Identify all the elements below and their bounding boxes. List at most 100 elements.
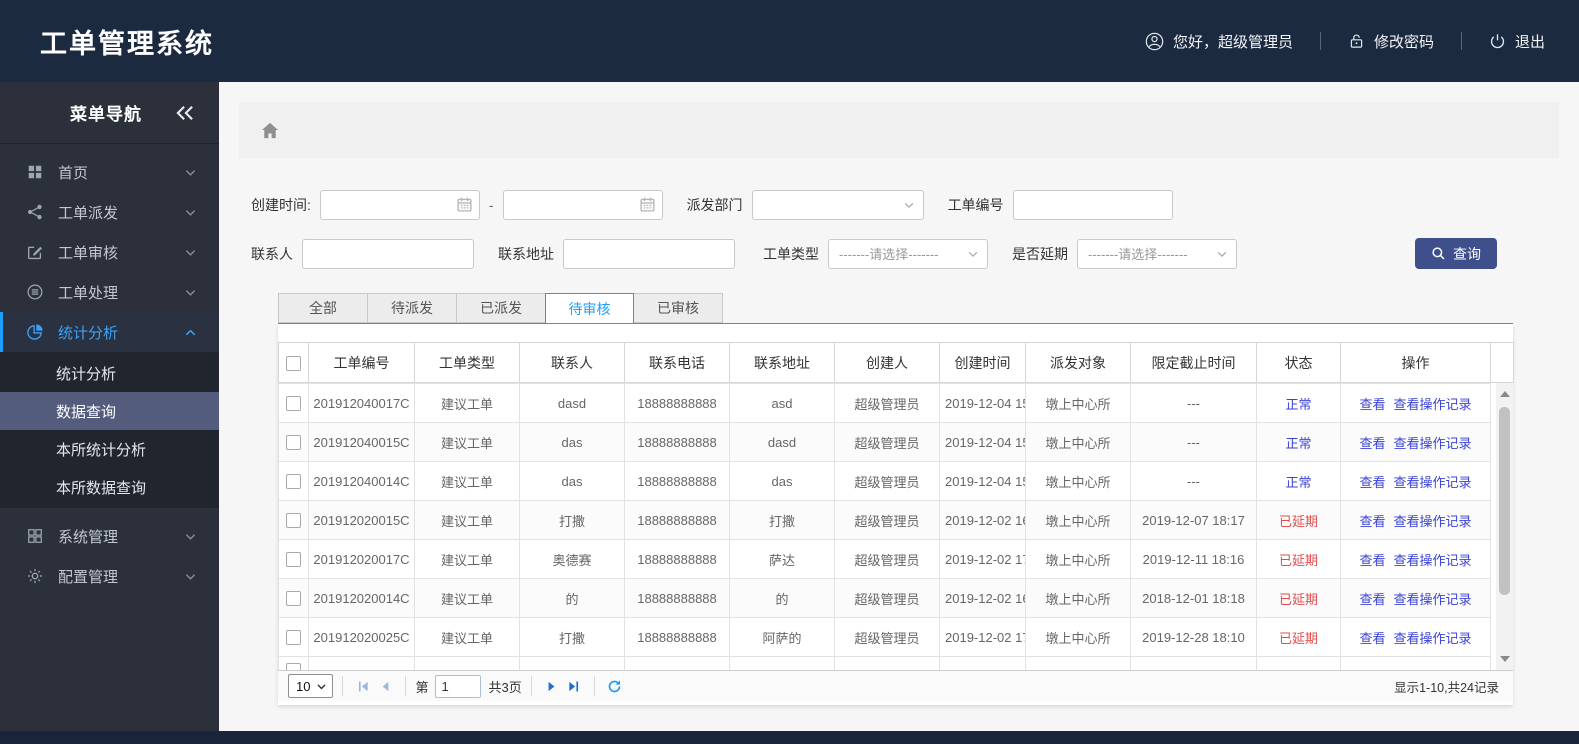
cell-dispatch-target: 墩上中心所 [1025, 461, 1131, 501]
address-input[interactable] [563, 238, 735, 269]
first-page-button[interactable] [352, 675, 374, 697]
submenu-item-local-data-query[interactable]: 本所数据查询 [0, 468, 219, 506]
sidebar-item-home[interactable]: 首页 [0, 152, 219, 192]
prev-page-button[interactable] [374, 675, 396, 697]
collapse-sidebar-icon[interactable] [175, 105, 195, 121]
scrollbar-thumb[interactable] [1499, 407, 1510, 595]
header-spacer [1490, 342, 1514, 383]
contact-input[interactable] [302, 238, 474, 269]
view-link[interactable]: 查看 [1359, 436, 1385, 451]
view-log-link[interactable]: 查看操作记录 [1394, 475, 1472, 490]
scroll-down-arrow[interactable] [1500, 656, 1510, 662]
order-type-label: 工单类型 [763, 245, 819, 262]
tab-pending-review[interactable]: 待审核 [545, 293, 634, 324]
cell-created: 2019-12-02 17 [939, 617, 1026, 657]
change-password-label: 修改密码 [1373, 33, 1434, 51]
table-row: 201912020015C 建议工单 打撒 18888888888 打撒 超级管… [278, 500, 1491, 540]
page-number-input[interactable] [435, 674, 482, 698]
next-page-button[interactable] [541, 675, 563, 697]
grid-body: 201912040017C 建议工单 dasd 18888888888 asd … [278, 383, 1491, 670]
view-log-link[interactable]: 查看操作记录 [1394, 592, 1472, 607]
view-log-link[interactable]: 查看操作记录 [1394, 631, 1472, 646]
row-checkbox[interactable] [286, 396, 301, 412]
is-delayed-select[interactable]: -------请选择------- [1077, 238, 1237, 269]
submenu-item-local-statistics[interactable]: 本所统计分析 [0, 430, 219, 468]
col-created: 创建时间 [939, 342, 1026, 383]
select-all-checkbox[interactable] [286, 355, 301, 371]
chevron-down-icon [184, 166, 197, 179]
row-checkbox[interactable] [286, 435, 301, 451]
cell-dispatch-target: 墩上中心所 [1025, 578, 1131, 618]
order-type-select[interactable]: -------请选择------- [828, 238, 988, 269]
cell-deadline: --- [1130, 383, 1257, 423]
department-select[interactable] [751, 190, 924, 220]
view-link[interactable]: 查看 [1359, 592, 1385, 607]
chevron-down-icon [317, 683, 327, 689]
last-page-button[interactable] [563, 675, 585, 697]
tab-all[interactable]: 全部 [278, 293, 367, 323]
is-delayed-label: 是否延期 [1012, 245, 1068, 262]
chevron-down-icon [184, 286, 197, 299]
view-link[interactable]: 查看 [1359, 631, 1385, 646]
date-range-separator: - [488, 197, 494, 213]
sidebar-item-label: 工单处理 [58, 284, 119, 302]
user-icon [1145, 32, 1164, 51]
vertical-scrollbar[interactable] [1496, 383, 1513, 670]
change-password-button[interactable]: 修改密码 [1348, 31, 1434, 52]
submenu-item-data-query[interactable]: 数据查询 [0, 392, 219, 430]
row-checkbox[interactable] [286, 513, 301, 529]
sidebar-item-label: 工单审核 [58, 244, 119, 262]
row-checkbox[interactable] [286, 474, 301, 490]
scroll-up-arrow[interactable] [1500, 391, 1510, 397]
cell-contact: 打撒 [519, 500, 625, 540]
address-label: 联系地址 [498, 245, 554, 262]
tab-dispatched[interactable]: 已派发 [456, 293, 545, 323]
col-deadline: 限定截止时间 [1130, 342, 1257, 383]
view-link[interactable]: 查看 [1359, 475, 1385, 490]
row-checkbox-cell [278, 383, 309, 423]
view-link[interactable]: 查看 [1359, 553, 1385, 568]
sidebar-item-config[interactable]: 配置管理 [0, 556, 219, 596]
view-log-link[interactable]: 查看操作记录 [1394, 436, 1472, 451]
view-link[interactable]: 查看 [1359, 397, 1385, 412]
view-link[interactable]: 查看 [1359, 514, 1385, 529]
tab-pending-dispatch[interactable]: 待派发 [367, 293, 456, 323]
logout-button[interactable]: 退出 [1489, 31, 1545, 52]
created-from-input[interactable] [319, 190, 480, 220]
cell-dispatch-target: 墩上中心所 [1025, 617, 1131, 657]
pagination-bar: 10 第 共3页 [278, 670, 1513, 701]
sidebar-item-review[interactable]: 工单审核 [0, 232, 219, 272]
row-checkbox[interactable] [286, 591, 301, 607]
order-no-input[interactable] [1012, 190, 1173, 220]
sidebar-item-system[interactable]: 系统管理 [0, 516, 219, 556]
cell-deadline: 2018-12-01 18:18 [1130, 578, 1257, 618]
row-checkbox[interactable] [286, 663, 301, 670]
view-log-link[interactable]: 查看操作记录 [1394, 397, 1472, 412]
view-log-link[interactable]: 查看操作记录 [1394, 514, 1472, 529]
sidebar-item-statistics[interactable]: 统计分析 [0, 312, 219, 352]
row-checkbox[interactable] [286, 552, 301, 568]
cell-contact: das [519, 422, 625, 462]
cell-creator: 超级管理员 [834, 539, 940, 579]
page-size-select[interactable]: 10 [288, 674, 334, 698]
row-checkbox[interactable] [286, 630, 301, 646]
refresh-icon[interactable] [604, 675, 626, 697]
created-to-input[interactable] [502, 190, 663, 220]
divider [593, 676, 595, 696]
user-menu[interactable]: 您好，超级管理员 [1145, 31, 1293, 52]
home-icon[interactable] [261, 122, 279, 139]
search-button[interactable]: 查询 [1415, 238, 1497, 269]
sidebar-item-process[interactable]: 工单处理 [0, 272, 219, 312]
view-log-link[interactable]: 查看操作记录 [1394, 553, 1472, 568]
logout-label: 退出 [1514, 33, 1545, 51]
sidebar-item-dispatch[interactable]: 工单派发 [0, 192, 219, 232]
cell-phone: 18888888888 [624, 539, 730, 579]
submenu-item-statistics[interactable]: 统计分析 [0, 354, 219, 392]
cell-created: 2019-12-04 15 [939, 422, 1026, 462]
orders-panel: 全部 待派发 已派发 待审核 已审核 工单编号 工单类型 联系人 联系电话 联系… [278, 293, 1514, 705]
tab-reviewed[interactable]: 已审核 [634, 293, 723, 323]
cell-created: 2019-12-04 15 [939, 383, 1026, 423]
share-icon [26, 203, 44, 221]
chevron-down-icon [184, 530, 197, 543]
cell-address: das [729, 461, 835, 501]
